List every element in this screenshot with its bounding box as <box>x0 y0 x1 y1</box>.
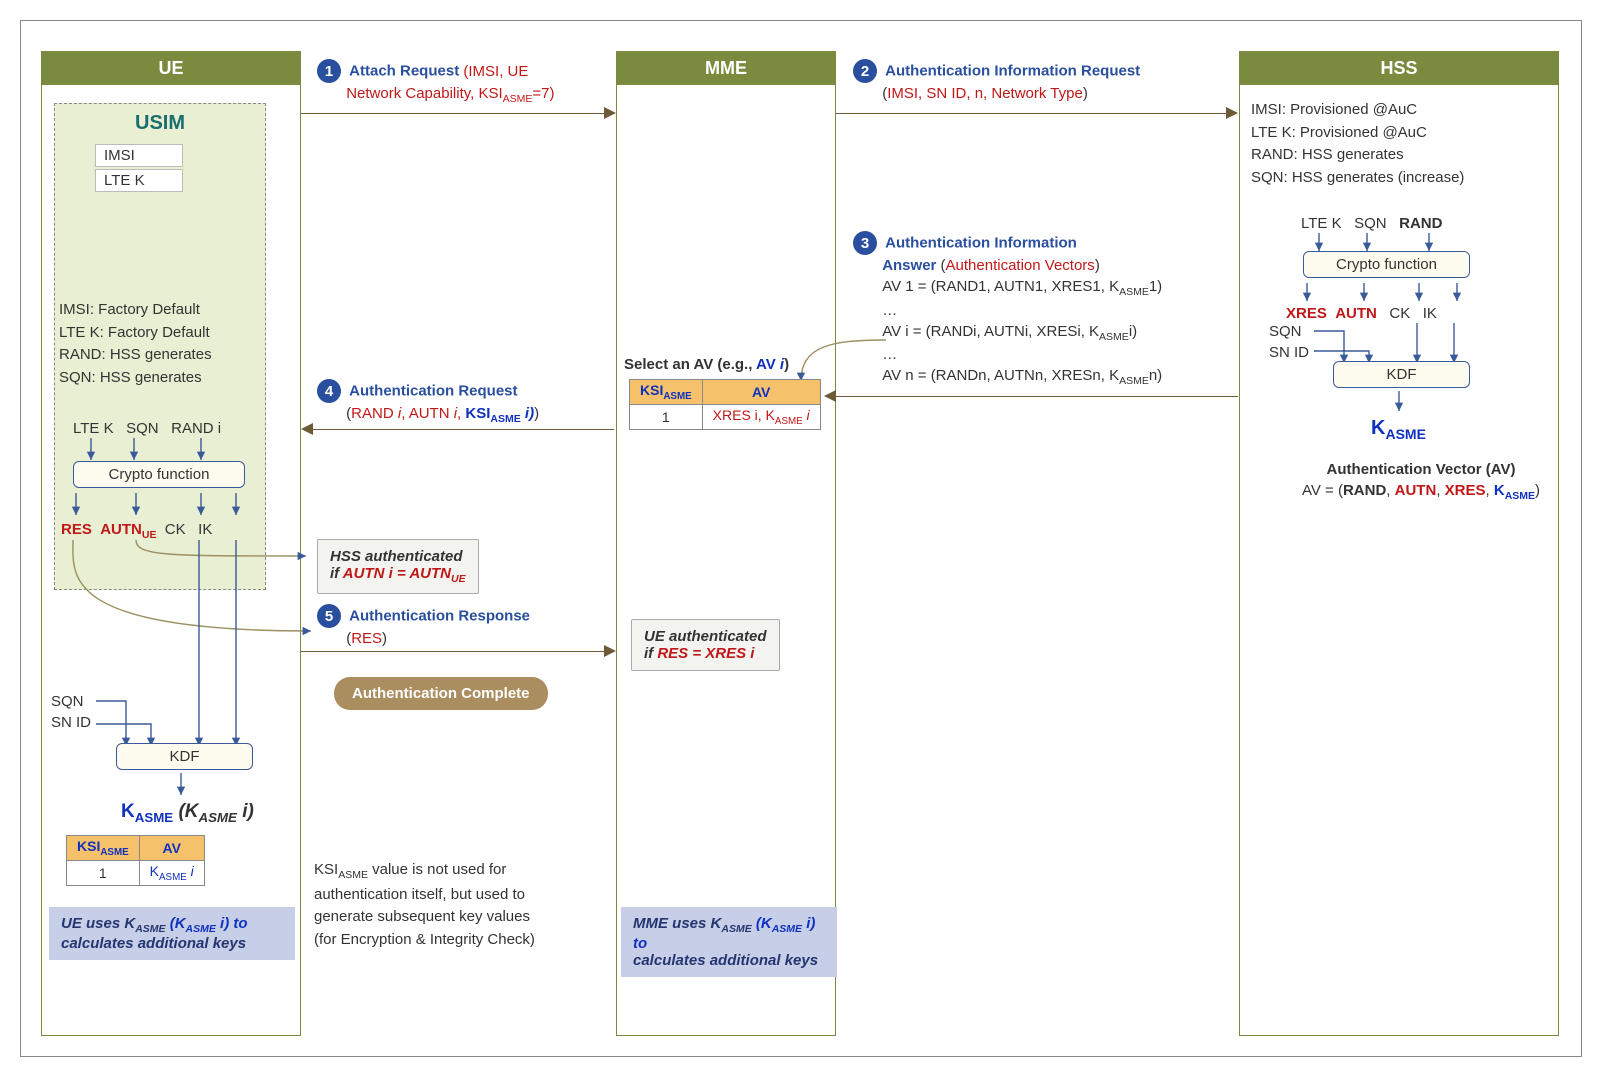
mme-select: Select an AV (e.g., AV i) Select an AV (… <box>624 354 789 375</box>
lane-ue-header: UE <box>42 52 300 85</box>
lane-mme: MME <box>616 51 836 1036</box>
ue-crypto-out-arrows <box>61 489 271 521</box>
lane-hss: HSS <box>1239 51 1559 1036</box>
kdf-to-kasme <box>161 771 201 801</box>
ue-crypto-box: Crypto function <box>73 461 245 488</box>
arrow4 <box>313 429 614 430</box>
usim-title: USIM <box>55 104 265 135</box>
hss-av: Authentication Vector (AV) AV = (RAND, A… <box>1291 459 1551 504</box>
mme-blue-note: MME uses KASME (KASME i) to calculates a… <box>621 907 837 977</box>
ue-blue-note: UE uses KASME (KASME i) to calculates ad… <box>49 907 295 960</box>
ksi-explain: KSIASME value is not used for authentica… <box>314 859 535 951</box>
step1: 1 Attach Request (IMSI, UE Network Capab… <box>317 59 555 107</box>
step3: 3 Authentication Information Answer ((Au… <box>853 231 1233 389</box>
ue-ksi-table: KSIASMEAV 1KASME i <box>66 835 205 886</box>
ue-provision: IMSI: Factory Default LTE K: Factory Def… <box>59 299 212 389</box>
step-4-circle: 4 <box>317 379 341 403</box>
auth-diagram: UE MME HSS USIM IMSI LTE K IMSI: Factory… <box>20 20 1582 1057</box>
lane-mme-header: MME <box>617 52 835 85</box>
step-5-circle: 5 <box>317 604 341 628</box>
step-1-circle: 1 <box>317 59 341 83</box>
hss-provision: IMSI: Provisioned @AuC LTE K: Provisione… <box>1251 99 1464 189</box>
arrow5 <box>301 651 604 652</box>
arrow2 <box>836 113 1226 114</box>
arrow1 <box>301 113 604 114</box>
step5: 5 Authentication Response (RES) <box>317 604 530 649</box>
step-2-circle: 2 <box>853 59 877 83</box>
ue-kdf-in: SQN SN ID <box>51 691 91 733</box>
auth-complete-badge: Authentication Complete <box>334 677 548 710</box>
usim-ltek: LTE K <box>95 169 183 192</box>
hss-crypto-box: Crypto function <box>1303 251 1470 278</box>
usim-imsi: IMSI <box>95 144 183 167</box>
hss-kdf-in: SQN SN ID <box>1269 321 1309 363</box>
hss-crypto-out-arrows <box>1289 279 1499 305</box>
hss-auth-note: HSS authenticated if AUTN i = AUTNUE if … <box>317 539 479 594</box>
step-3-circle: 3 <box>853 231 877 255</box>
ue-kasme: KASME (KASME i) <box>121 799 254 827</box>
ue-kdf-box: KDF <box>116 743 253 770</box>
hss-kdf-box: KDF <box>1333 361 1470 388</box>
arrow3 <box>836 396 1238 397</box>
lane-hss-header: HSS <box>1240 52 1558 85</box>
ue-auth-note: UE authenticated if RES = XRES i if RES … <box>631 619 780 671</box>
step4: 4 Authentication Request (RAND i, AUTN i… <box>317 379 539 427</box>
hss-kasme: KASME <box>1371 414 1426 445</box>
step2: 2 Authentication Information Request (IM… <box>853 59 1140 104</box>
mme-ksi-table: KSIASMEAV 1XRES i, KASME i <box>629 379 821 430</box>
